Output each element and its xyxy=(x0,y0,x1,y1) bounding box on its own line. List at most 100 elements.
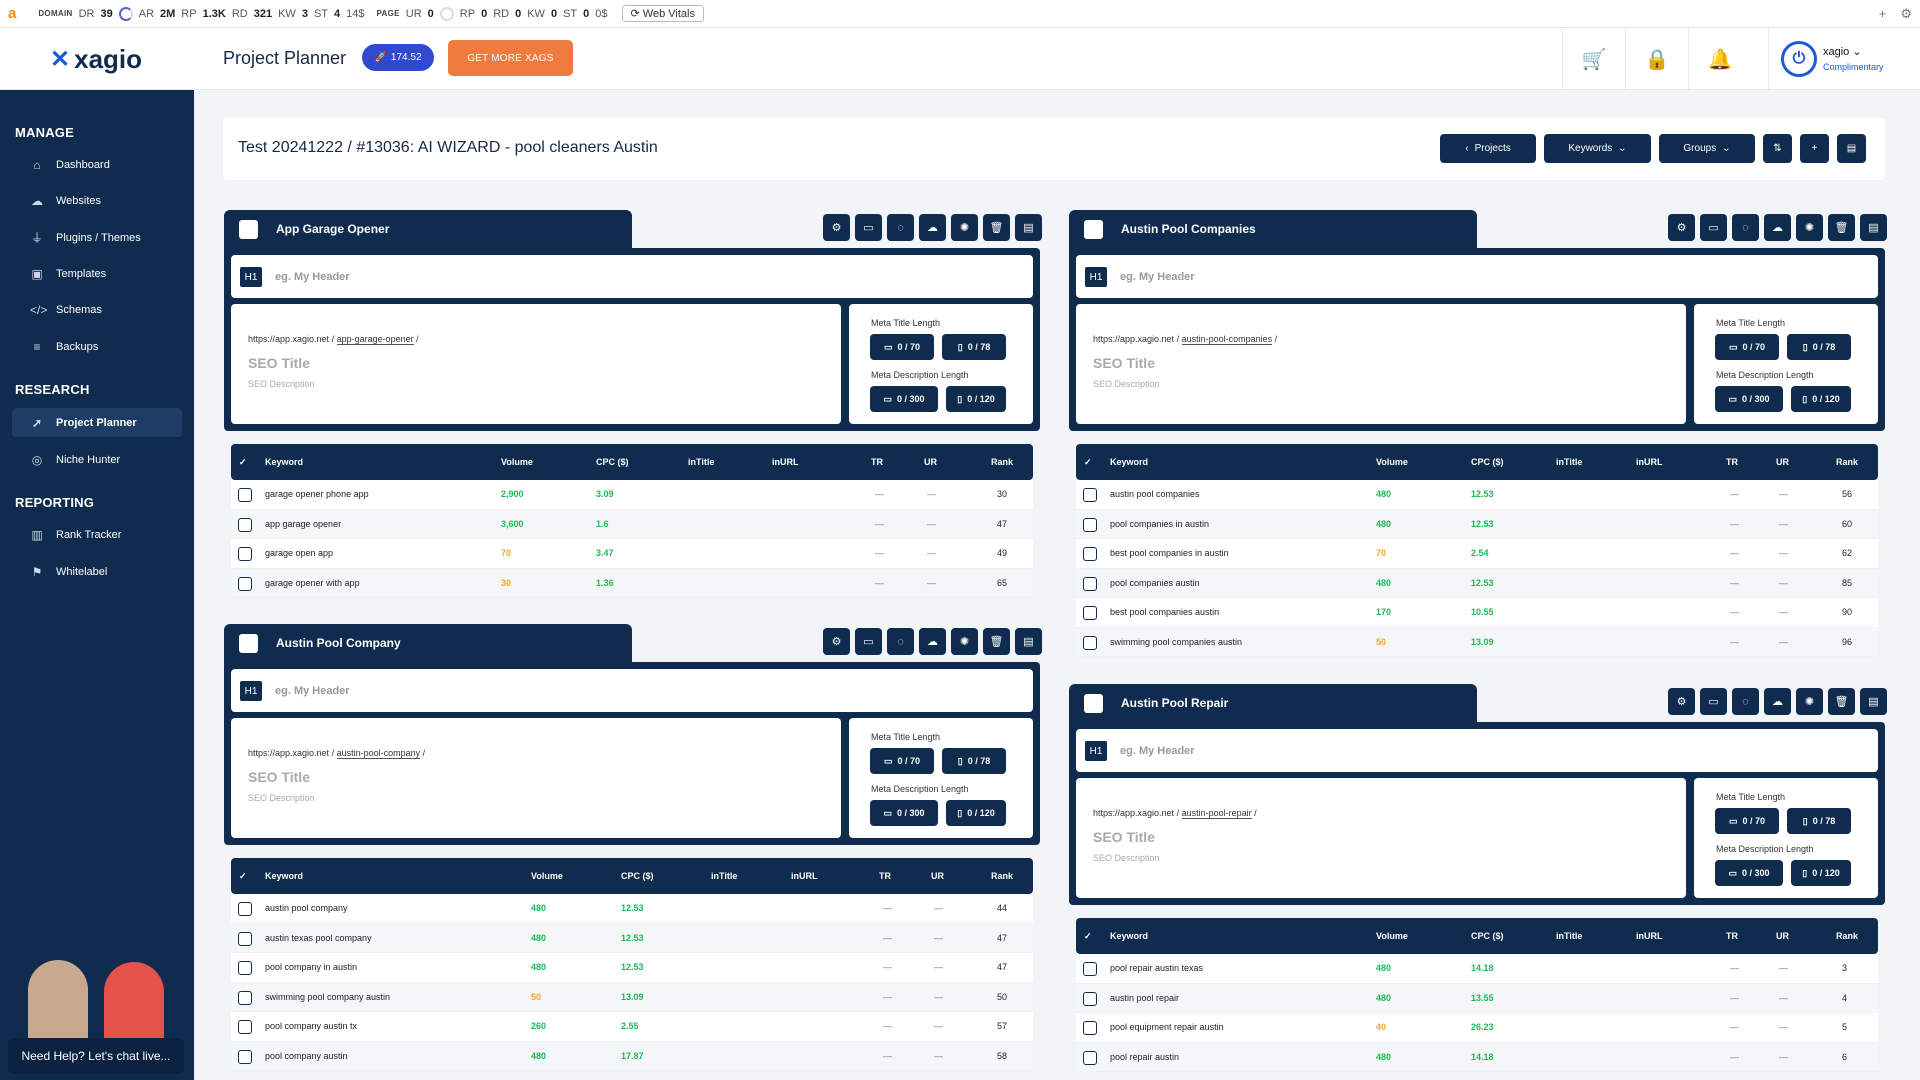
table-row[interactable]: austin pool repair 480 13.55 — — 4 xyxy=(1076,983,1878,1013)
add-group-icon[interactable]: + xyxy=(1800,134,1829,163)
keyword-cell[interactable]: austin pool repair xyxy=(1110,984,1179,1013)
ai-icon[interactable]: ✺ xyxy=(951,214,978,241)
keyword-cell[interactable]: pool companies austin xyxy=(1110,569,1200,598)
table-row[interactable]: pool company austin tx 260 2.55 — — 57 xyxy=(231,1012,1033,1042)
table-row[interactable]: app garage opener 3,600 1.6 — — 47 xyxy=(231,509,1033,539)
select-all-icon[interactable]: ✓ xyxy=(1084,918,1092,954)
group-tab[interactable]: Austin Pool Company xyxy=(224,624,632,662)
table-row[interactable]: best pool companies austin 170 10.55 — —… xyxy=(1076,598,1878,628)
keyword-cell[interactable]: pool companies in austin xyxy=(1110,510,1209,539)
seo-preview[interactable]: https://app.xagio.net / austin-pool-repa… xyxy=(1076,778,1686,898)
seo-title[interactable]: SEO Title xyxy=(248,355,310,371)
h1-field[interactable]: H1 eg. My Header xyxy=(231,255,1033,298)
keyword-cell[interactable]: austin pool company xyxy=(265,894,348,923)
keyword-cell[interactable]: app garage opener xyxy=(265,510,341,539)
row-checkbox[interactable] xyxy=(238,488,252,502)
notes-icon[interactable]: ▭ xyxy=(855,214,882,241)
sidebar-item-project-planner[interactable]: ➚ Project Planner xyxy=(12,408,182,437)
url-slug[interactable]: app-garage-opener xyxy=(336,334,414,345)
table-row[interactable]: austin texas pool company 480 12.53 — — … xyxy=(231,923,1033,953)
chat-launcher-button[interactable]: Need Help? Let's chat live... xyxy=(8,1038,184,1074)
cloud-icon[interactable]: ☁ xyxy=(1764,214,1791,241)
h1-field[interactable]: H1 eg. My Header xyxy=(1076,729,1878,772)
seo-preview[interactable]: https://app.xagio.net / app-garage-opene… xyxy=(231,304,841,424)
seo-preview[interactable]: https://app.xagio.net / austin-pool-comp… xyxy=(1076,304,1686,424)
table-row[interactable]: pool company austin 480 17.87 — — 58 xyxy=(231,1041,1033,1071)
row-checkbox[interactable] xyxy=(1083,576,1097,591)
seo-title[interactable]: SEO Title xyxy=(1093,829,1155,845)
h1-field[interactable]: H1 eg. My Header xyxy=(231,669,1033,712)
table-row[interactable]: pool companies austin 480 12.53 — — 85 xyxy=(1076,568,1878,598)
trash-icon[interactable]: 🗑 xyxy=(983,628,1010,655)
row-checkbox[interactable] xyxy=(238,576,252,591)
seo-description[interactable]: SEO Description xyxy=(248,793,315,803)
keyword-cell[interactable]: pool repair austin texas xyxy=(1110,954,1203,983)
table-row[interactable]: pool companies in austin 480 12.53 — — 6… xyxy=(1076,509,1878,539)
groups-dropdown[interactable]: Groups ⌄ xyxy=(1659,134,1755,163)
row-checkbox[interactable] xyxy=(238,517,252,532)
save-icon[interactable]: ▤ xyxy=(1837,134,1866,163)
sidebar-item-plugins[interactable]: ⏚ Plugins / Themes xyxy=(12,223,182,252)
seo-description[interactable]: SEO Description xyxy=(1093,379,1160,389)
trash-icon[interactable]: 🗑 xyxy=(983,214,1010,241)
table-row[interactable]: austin pool company 480 12.53 — — 44 xyxy=(231,894,1033,924)
group-name[interactable]: Austin Pool Companies xyxy=(1121,222,1256,236)
settings-icon[interactable]: ⚙ xyxy=(823,628,850,655)
notes-icon[interactable]: ▭ xyxy=(855,628,882,655)
url-slug[interactable]: austin-pool-repair xyxy=(1181,808,1252,819)
row-checkbox[interactable] xyxy=(238,1049,252,1064)
group-checkbox[interactable] xyxy=(239,634,258,653)
row-checkbox[interactable] xyxy=(238,547,252,561)
table-row[interactable]: austin pool companies 480 12.53 — — 56 xyxy=(1076,480,1878,510)
projects-button[interactable]: ‹ Projects xyxy=(1440,134,1536,163)
group-tab[interactable]: Austin Pool Repair xyxy=(1069,684,1477,722)
save-icon[interactable]: ▤ xyxy=(1015,628,1042,655)
keyword-cell[interactable]: garage open app xyxy=(265,539,333,568)
bell-icon[interactable]: 🔔 xyxy=(1688,28,1751,90)
select-all-icon[interactable]: ✓ xyxy=(239,444,247,480)
table-row[interactable]: pool repair austin texas 480 14.18 — — 3 xyxy=(1076,954,1878,984)
trash-icon[interactable]: 🗑 xyxy=(1828,214,1855,241)
url-slug[interactable]: austin-pool-company xyxy=(336,748,421,759)
cloud-icon[interactable]: ☁ xyxy=(919,628,946,655)
cart-icon[interactable]: 🛒 xyxy=(1562,28,1625,90)
cloud-icon[interactable]: ☁ xyxy=(919,214,946,241)
group-checkbox[interactable] xyxy=(239,220,258,239)
lock-icon[interactable]: 🔒 xyxy=(1625,28,1688,90)
table-row[interactable]: pool repair austin 480 14.18 — — 6 xyxy=(1076,1042,1878,1072)
web-vitals-button[interactable]: ⟳ Web Vitals xyxy=(621,5,704,22)
seo-title[interactable]: SEO Title xyxy=(1093,355,1155,371)
row-checkbox[interactable] xyxy=(238,961,252,975)
group-name[interactable]: Austin Pool Repair xyxy=(1121,696,1228,710)
group-tab[interactable]: Austin Pool Companies xyxy=(1069,210,1477,248)
settings-icon[interactable]: ⚙ xyxy=(1668,688,1695,715)
keyword-cell[interactable]: garage opener with app xyxy=(265,569,360,598)
seo-description[interactable]: SEO Description xyxy=(248,379,315,389)
keyword-cell[interactable]: pool equipment repair austin xyxy=(1110,1013,1224,1042)
settings-icon[interactable]: ⚙ xyxy=(823,214,850,241)
sidebar-item-whitelabel[interactable]: ⚑ Whitelabel xyxy=(12,557,182,586)
row-checkbox[interactable] xyxy=(1083,991,1097,1006)
hide-icon[interactable]: ◌ xyxy=(887,214,914,241)
table-row[interactable]: pool equipment repair austin 40 26.23 — … xyxy=(1076,1013,1878,1043)
sidebar-item-rank-tracker[interactable]: ▥ Rank Tracker xyxy=(12,520,182,549)
hide-icon[interactable]: ◌ xyxy=(1732,688,1759,715)
keyword-cell[interactable]: austin texas pool company xyxy=(265,924,372,953)
group-checkbox[interactable] xyxy=(1084,694,1103,713)
keyword-cell[interactable]: swimming pool companies austin xyxy=(1110,628,1242,657)
ai-icon[interactable]: ✺ xyxy=(1796,688,1823,715)
row-checkbox[interactable] xyxy=(1083,962,1097,976)
plus-icon[interactable]: + xyxy=(1879,6,1887,22)
group-name[interactable]: Austin Pool Company xyxy=(276,636,401,650)
ai-icon[interactable]: ✺ xyxy=(1796,214,1823,241)
row-checkbox[interactable] xyxy=(1083,488,1097,502)
cloud-icon[interactable]: ☁ xyxy=(1764,688,1791,715)
notes-icon[interactable]: ▭ xyxy=(1700,214,1727,241)
row-checkbox[interactable] xyxy=(1083,517,1097,532)
sidebar-item-backups[interactable]: ≡ Backups xyxy=(12,332,182,361)
group-tab[interactable]: App Garage Opener xyxy=(224,210,632,248)
row-checkbox[interactable] xyxy=(1083,1050,1097,1065)
hide-icon[interactable]: ◌ xyxy=(887,628,914,655)
row-checkbox[interactable] xyxy=(238,931,252,946)
ai-icon[interactable]: ✺ xyxy=(951,628,978,655)
